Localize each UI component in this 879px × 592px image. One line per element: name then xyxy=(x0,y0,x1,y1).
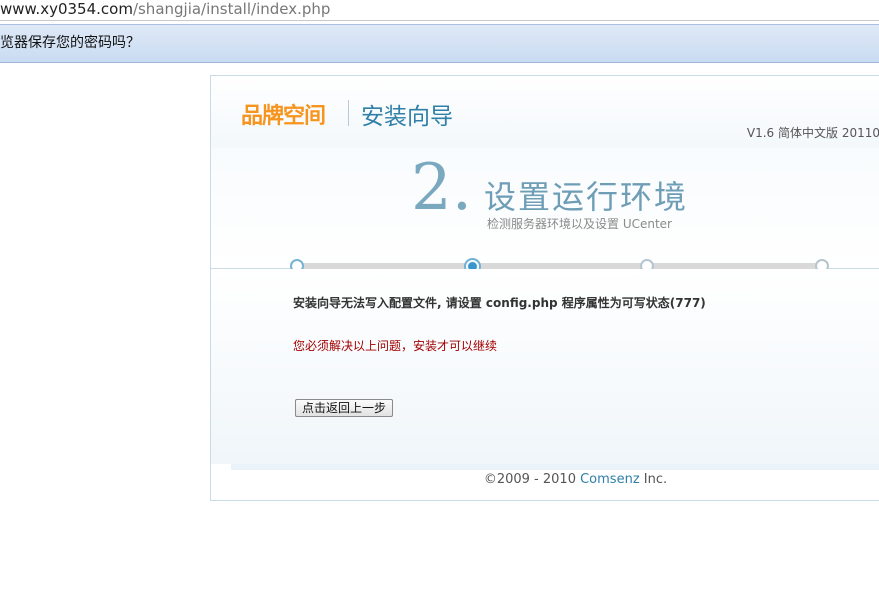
must-resolve-warning: 您必须解决以上问题，安装才可以继续 xyxy=(293,339,498,353)
address-bar[interactable]: www.xy0354.com/shangjia/install/index.ph… xyxy=(0,0,879,21)
notification-text: 览器保存您的密码吗？ xyxy=(0,35,140,51)
wizard-content: 安装向导无法写入配置文件, 请设置 config.php 程序属性为可写状态(7… xyxy=(211,269,879,464)
copyright-prefix: ©2009 - 2010 xyxy=(483,472,581,487)
version-label: V1.6 简体中文版 20110 xyxy=(746,126,879,140)
save-password-notification-bar: 览器保存您的密码吗？ xyxy=(0,24,879,63)
copyright-suffix: Inc. xyxy=(639,472,668,487)
footer-divider xyxy=(231,464,879,470)
install-wizard-panel: 品牌空间 安装向导 V1.6 简体中文版 20110 2. 设置运行环境 检测服… xyxy=(210,75,879,501)
logo-divider xyxy=(348,100,349,126)
back-button[interactable]: 点击返回上一步 xyxy=(295,399,394,417)
config-write-error-message: 安装向导无法写入配置文件, 请设置 config.php 程序属性为可写状态(7… xyxy=(293,296,706,310)
url-host: www.xy0354.com xyxy=(0,0,133,18)
step-title: 设置运行环境 xyxy=(484,178,689,216)
url-path: /shangjia/install/index.php xyxy=(132,0,331,18)
step-subtitle: 检测服务器环境以及设置 UCenter xyxy=(487,217,672,231)
step-number: 2. xyxy=(411,151,473,225)
company-name: Comsenz xyxy=(580,472,640,487)
wizard-header: 品牌空间 安装向导 V1.6 简体中文版 20110 xyxy=(211,76,879,149)
copyright-footer: ©2009 - 2010 Comsenz Inc. xyxy=(211,472,879,487)
step-header: 2. 设置运行环境 检测服务器环境以及设置 UCenter xyxy=(211,148,879,269)
brand-logo: 品牌空间 xyxy=(241,104,326,129)
wizard-title: 安装向导 xyxy=(361,104,453,130)
